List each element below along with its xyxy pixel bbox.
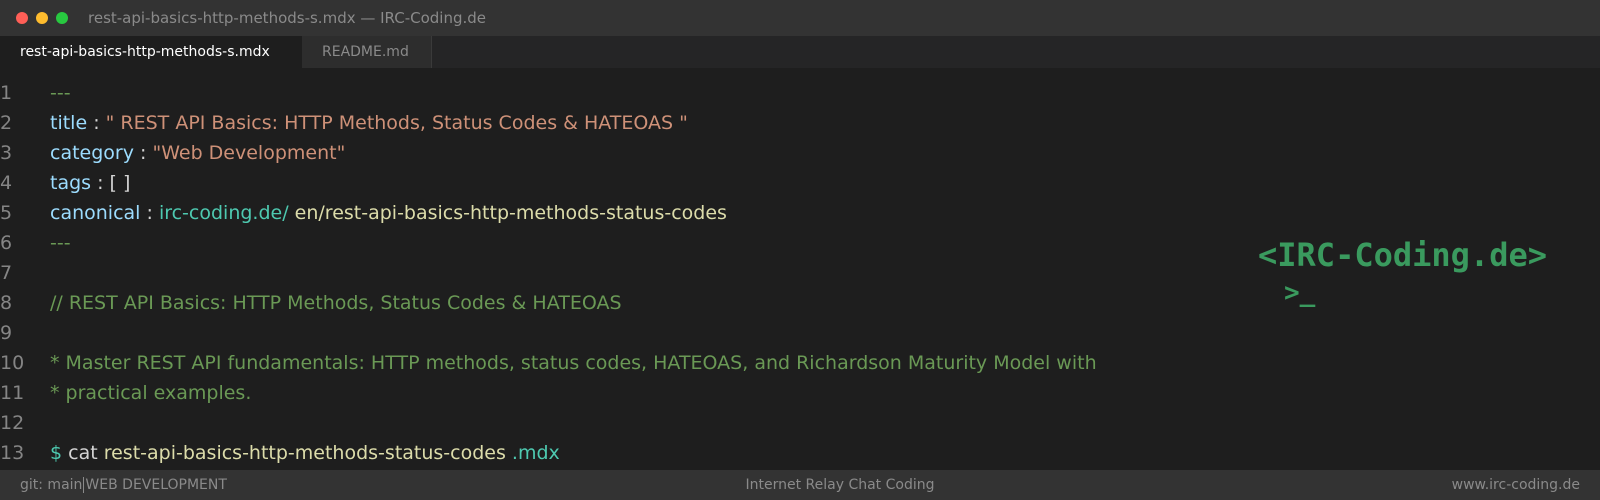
code-content: canonical : irc-coding.de/ en/rest-api-b… xyxy=(50,202,727,224)
title-bar: rest-api-basics-http-methods-s.mdx — IRC… xyxy=(0,0,1600,36)
frontmatter-delimiter: --- xyxy=(50,232,71,254)
canonical-domain: irc-coding.de/ xyxy=(158,202,289,224)
frontmatter-value: " REST API Basics: HTTP Methods, Status … xyxy=(105,112,688,134)
code-content: category : "Web Development" xyxy=(50,142,345,164)
code-content: tags : [ ] xyxy=(50,172,130,194)
code-line: 10 * Master REST API fundamentals: HTTP … xyxy=(0,348,1600,378)
line-number: 11 xyxy=(0,382,25,404)
line-number: 2 xyxy=(0,112,13,134)
terminal-cursor-icon: >_ xyxy=(1284,278,1316,308)
line-number: 3 xyxy=(0,142,13,164)
code-content: * Master REST API fundamentals: HTTP met… xyxy=(50,352,1097,374)
code-line: 2 title : " REST API Basics: HTTP Method… xyxy=(0,108,1600,138)
code-content: // REST API Basics: HTTP Methods, Status… xyxy=(50,292,622,314)
code-content: --- xyxy=(50,232,71,254)
frontmatter-separator: : xyxy=(140,202,159,224)
window-title: rest-api-basics-http-methods-s.mdx — IRC… xyxy=(88,9,486,27)
line-number: 12 xyxy=(0,412,25,434)
canonical-path: en/rest-api-basics-http-methods-status-c… xyxy=(288,202,727,224)
code-content: * practical examples. xyxy=(50,382,251,404)
code-line: 4 tags : [ ] xyxy=(0,168,1600,198)
code-line: 13 $ cat rest-api-basics-http-methods-st… xyxy=(0,438,1600,468)
code-line: 12 xyxy=(0,408,1600,438)
line-number: 9 xyxy=(0,322,13,344)
line-number: 5 xyxy=(0,202,13,224)
minimize-window-button[interactable] xyxy=(36,12,48,24)
frontmatter-separator: : xyxy=(133,142,153,164)
tab-rest-api-basics[interactable]: rest-api-basics-http-methods-s.mdx xyxy=(0,36,302,68)
line-number: 7 xyxy=(0,262,13,284)
frontmatter-separator: : xyxy=(91,172,110,194)
code-line: 1 --- xyxy=(0,78,1600,108)
brand-logo: <IRC-Coding.de> xyxy=(1258,236,1547,274)
tab-bar: rest-api-basics-http-methods-s.mdx READM… xyxy=(0,36,1600,68)
shell-prompt: $ xyxy=(50,442,63,464)
code-line: 5 canonical : irc-coding.de/ en/rest-api… xyxy=(0,198,1600,228)
code-line: 8 // REST API Basics: HTTP Methods, Stat… xyxy=(0,288,1600,318)
code-line: 3 category : "Web Development" xyxy=(0,138,1600,168)
frontmatter-separator: : xyxy=(87,112,106,134)
line-number: 10 xyxy=(0,352,25,374)
shell-filename: rest-api-basics-http-methods-status-code… xyxy=(103,442,506,464)
frontmatter-key: category xyxy=(50,142,134,164)
status-tagline: Internet Relay Chat Coding xyxy=(745,477,935,493)
frontmatter-value: [ ] xyxy=(109,172,131,194)
frontmatter-value: "Web Development" xyxy=(152,142,346,164)
tab-readme[interactable]: README.md xyxy=(302,36,432,68)
shell-file-extension: .mdx xyxy=(505,442,560,464)
status-bar: git: main WEB DEVELOPMENT Internet Relay … xyxy=(0,470,1600,500)
code-content: title : " REST API Basics: HTTP Methods,… xyxy=(50,112,688,134)
code-comment: * practical examples. xyxy=(50,382,252,404)
status-website[interactable]: www.irc-coding.de xyxy=(1452,477,1580,493)
line-number: 4 xyxy=(0,172,13,194)
shell-command: cat xyxy=(62,442,104,464)
line-number: 6 xyxy=(0,232,13,254)
line-number: 8 xyxy=(0,292,13,314)
frontmatter-key: canonical xyxy=(50,202,141,224)
close-window-button[interactable] xyxy=(16,12,28,24)
frontmatter-delimiter: --- xyxy=(50,82,71,104)
code-comment: * Master REST API fundamentals: HTTP met… xyxy=(50,352,1097,374)
code-line: 11 * practical examples. xyxy=(0,378,1600,408)
maximize-window-button[interactable] xyxy=(56,12,68,24)
code-line: 9 xyxy=(0,318,1600,348)
line-number: 1 xyxy=(0,82,13,104)
code-content: --- xyxy=(50,82,71,104)
frontmatter-key: title xyxy=(50,112,88,134)
code-content: $ cat rest-api-basics-http-methods-statu… xyxy=(50,442,560,464)
code-comment: // REST API Basics: HTTP Methods, Status… xyxy=(50,292,622,314)
frontmatter-key: tags xyxy=(50,172,92,194)
line-number: 13 xyxy=(0,442,25,464)
